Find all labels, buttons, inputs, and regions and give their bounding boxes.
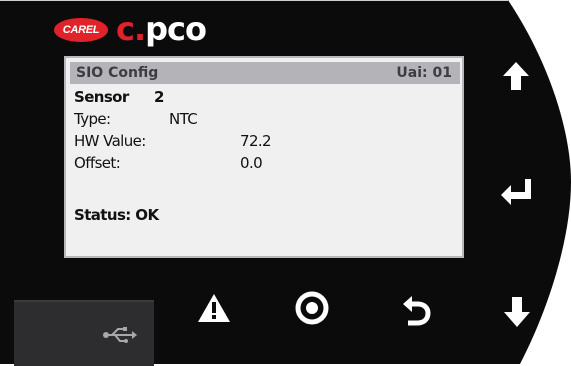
usb-icon bbox=[103, 327, 137, 343]
sensor-label: Sensor bbox=[74, 88, 129, 106]
lcd-screen: SIO Config Uai: 01 Sensor 2 Type: NTC HW… bbox=[64, 56, 464, 258]
type-value: NTC bbox=[169, 110, 198, 128]
alarm-icon bbox=[198, 294, 230, 322]
offset-value: 0.0 bbox=[240, 154, 263, 172]
down-arrow-icon bbox=[504, 297, 530, 327]
escape-button[interactable] bbox=[396, 288, 436, 330]
hw-value: 72.2 bbox=[240, 132, 272, 150]
escape-icon bbox=[403, 296, 431, 326]
enter-icon bbox=[501, 179, 531, 205]
type-label: Type: bbox=[74, 110, 111, 128]
program-button[interactable] bbox=[292, 288, 332, 328]
enter-button[interactable] bbox=[494, 172, 538, 212]
down-button[interactable] bbox=[497, 292, 537, 332]
program-icon bbox=[295, 291, 329, 325]
up-arrow-icon bbox=[503, 62, 529, 90]
screen-title-bar: SIO Config Uai: 01 bbox=[70, 62, 460, 84]
screen-title: SIO Config bbox=[76, 65, 159, 81]
alarm-button[interactable] bbox=[194, 290, 234, 326]
uai-indicator: Uai: 01 bbox=[396, 65, 452, 81]
status-text: Status: OK bbox=[74, 206, 159, 224]
up-button[interactable] bbox=[496, 56, 536, 96]
hw-value-label: HW Value: bbox=[74, 132, 146, 150]
offset-label: Offset: bbox=[74, 154, 121, 172]
usb-port-cover[interactable] bbox=[14, 300, 154, 366]
cpco-logo: c.pco bbox=[116, 10, 207, 48]
carel-logo: CAREL bbox=[54, 18, 108, 42]
sensor-value: 2 bbox=[154, 88, 164, 106]
